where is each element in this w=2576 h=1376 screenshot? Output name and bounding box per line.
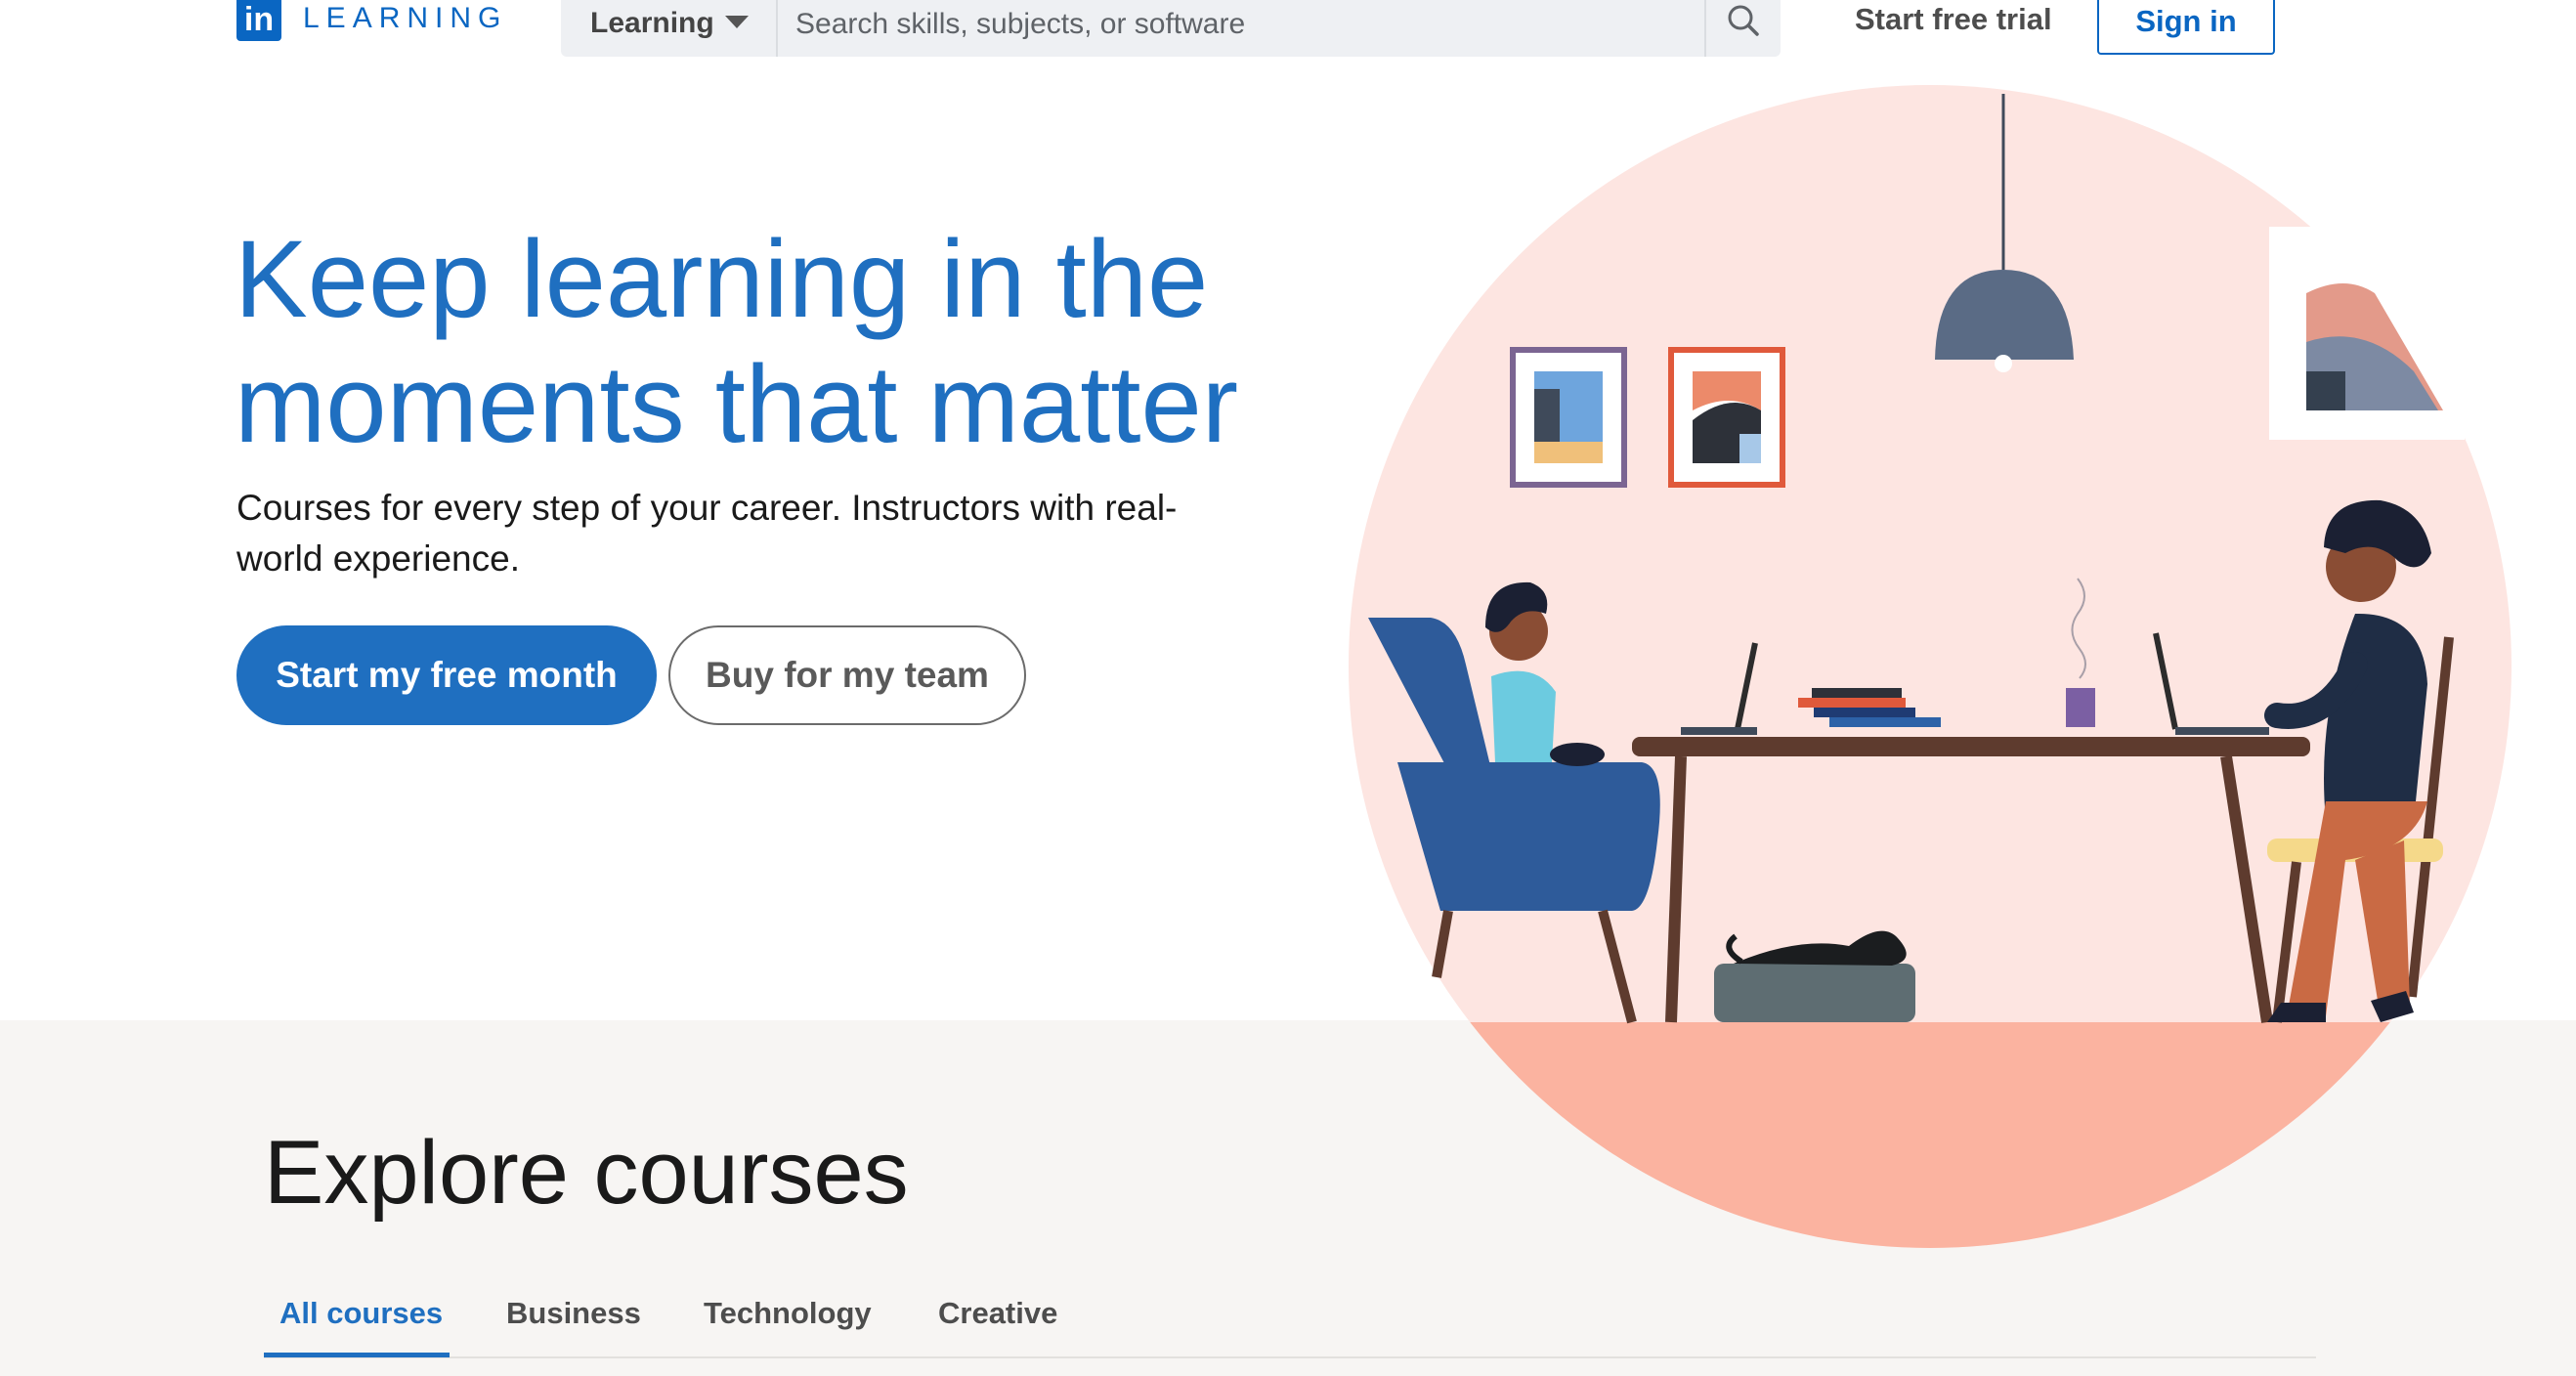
tab-business[interactable]: Business [506, 1296, 641, 1331]
hero-subtitle: Courses for every step of your career. I… [236, 483, 1253, 584]
mug [2066, 688, 2095, 727]
hero-title-line-1: Keep learning in the [235, 218, 1209, 340]
book-3 [1814, 708, 1915, 717]
tab-divider [264, 1356, 2316, 1358]
laptop-left-base [1681, 727, 1757, 735]
window-stripe [2306, 371, 2345, 410]
tab-creative[interactable]: Creative [938, 1296, 1057, 1331]
hero-subtitle-line-1: Courses for every step of your career. I… [236, 488, 1178, 528]
sign-in-button[interactable]: Sign in [2097, 0, 2275, 55]
lamp-bulb [1995, 355, 2012, 372]
child-knee [1550, 743, 1605, 766]
category-dropdown[interactable]: Learning [561, 0, 778, 57]
search-bar: Learning [561, 0, 1781, 57]
search-input[interactable] [794, 0, 1677, 49]
hero-illustration [1349, 85, 2512, 1248]
child-shirt [1491, 670, 1556, 762]
hero-subtitle-line-2: world experience. [236, 538, 520, 579]
frame-left-rock [1534, 389, 1560, 442]
logo-mark: in [243, 1, 275, 38]
explore-courses-heading: Explore courses [264, 1123, 909, 1223]
hero-title-line-2: moments that matter [235, 343, 1239, 465]
frame-right-block [1739, 434, 1761, 463]
book-4 [1829, 717, 1941, 727]
tab-all-courses[interactable]: All courses [279, 1296, 443, 1331]
hero-title: Keep learning in the moments that matter [235, 217, 1309, 467]
search-button[interactable] [1704, 0, 1782, 57]
start-free-trial-link[interactable]: Start free trial [1855, 2, 2052, 37]
frame-left-sand [1534, 442, 1603, 463]
logo-wordmark[interactable]: LEARNING [303, 2, 507, 35]
linkedin-logo-icon[interactable]: in [236, 0, 281, 41]
laptop-right-base [2175, 727, 2269, 735]
book-2 [1798, 698, 1906, 708]
category-dropdown-label: Learning [590, 7, 714, 39]
illustration-floor [1349, 1022, 2512, 1248]
caret-down-icon [725, 16, 749, 28]
search-icon [1728, 5, 1759, 36]
armchair-seat [1397, 762, 1660, 911]
tab-technology[interactable]: Technology [704, 1296, 872, 1331]
dog-bed [1714, 964, 1915, 1022]
book-1 [1812, 688, 1902, 698]
start-free-month-button[interactable]: Start my free month [236, 625, 657, 725]
table-top [1632, 737, 2310, 756]
top-nav: in LEARNING Learning Start free trial Si… [0, 0, 2576, 88]
course-tabs: All courses Business Technology Creative [264, 1282, 2316, 1360]
active-tab-indicator [264, 1353, 450, 1357]
buy-for-team-button[interactable]: Buy for my team [668, 625, 1026, 725]
